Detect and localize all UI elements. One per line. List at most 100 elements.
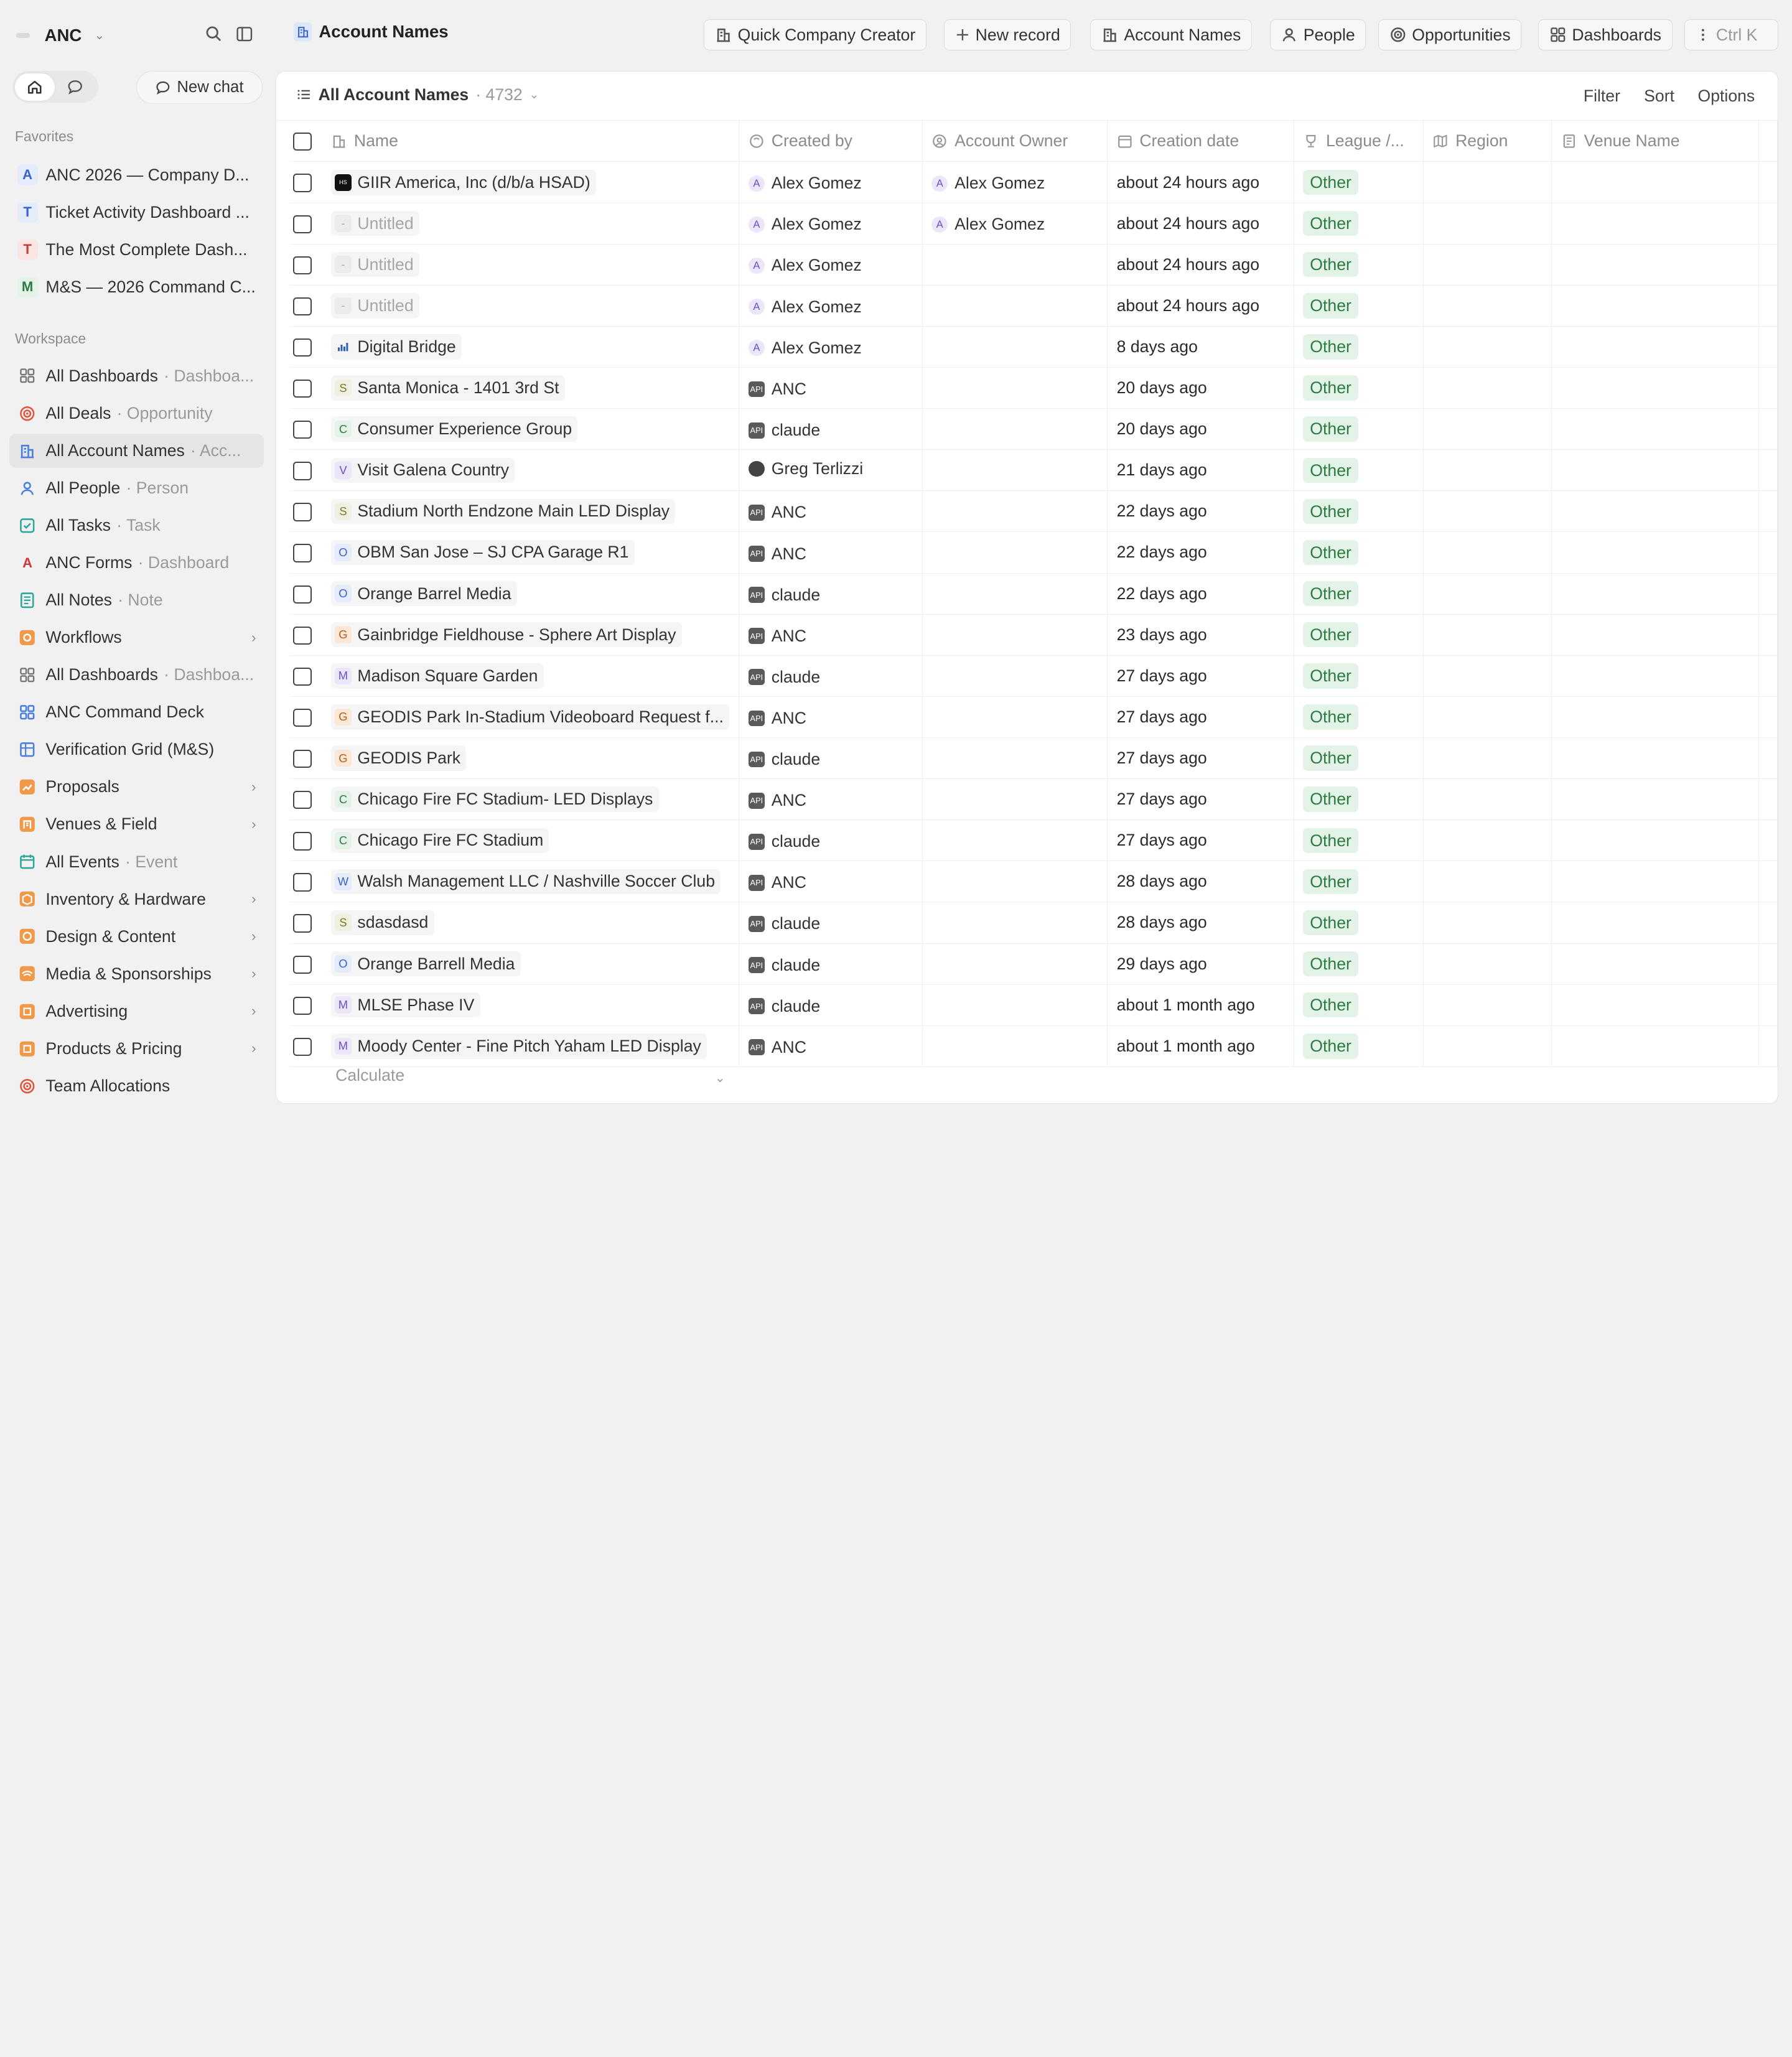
creation-date-cell[interactable]: 22 days ago [1107, 490, 1294, 533]
favorite-item[interactable]: M M&S — 2026 Command C... [9, 270, 264, 304]
record-chip[interactable]: O Orange Barrel Media [331, 581, 517, 607]
venue-name-cell[interactable] [1551, 531, 1759, 574]
search-icon[interactable] [202, 23, 225, 46]
record-chip[interactable]: S Stadium North Endzone Main LED Display [331, 498, 676, 525]
name-cell[interactable]: O Orange Barrel Media [322, 573, 740, 615]
creation-date-cell[interactable]: 28 days ago [1107, 902, 1294, 944]
region-cell[interactable] [1423, 902, 1552, 944]
record-chip[interactable]: - Untitled [331, 252, 419, 278]
filter-button[interactable]: Filter [1584, 86, 1620, 106]
column-header[interactable]: Name [322, 120, 740, 162]
home-icon[interactable] [14, 73, 55, 101]
collapse-sidebar-icon[interactable] [233, 23, 256, 46]
sidebar-item-workflows[interactable]: Workflows › [9, 620, 264, 655]
sidebar-item-all-people[interactable]: All People · Person [9, 471, 264, 505]
league-cell[interactable]: Other [1294, 696, 1424, 738]
record-chip[interactable]: W Walsh Management LLC / Nashville Soccer… [331, 869, 721, 895]
view-selector[interactable]: All Account Names · 4732 ⌄ [297, 85, 539, 105]
table-row[interactable]: M Madison Square Garden API claude 27 days a… [289, 655, 1778, 697]
region-cell[interactable] [1423, 367, 1552, 409]
created-by-cell[interactable]: API claude [739, 573, 923, 615]
creation-date-cell[interactable]: 8 days ago [1107, 326, 1294, 368]
row-checkbox[interactable] [293, 708, 312, 727]
column-header[interactable]: League /... [1294, 120, 1424, 162]
created-by-cell[interactable]: API claude [739, 819, 923, 862]
record-chip[interactable]: - Untitled [331, 210, 419, 236]
creation-date-cell[interactable]: 20 days ago [1107, 367, 1294, 409]
creation-date-cell[interactable]: 22 days ago [1107, 531, 1294, 574]
record-chip[interactable]: G GEODIS Park In-Stadium Videoboard Reque… [331, 704, 730, 730]
created-by-cell[interactable]: API ANC [739, 367, 923, 409]
region-cell[interactable] [1423, 490, 1552, 533]
row-checkbox[interactable] [293, 667, 312, 686]
creation-date-cell[interactable]: about 24 hours ago [1107, 285, 1294, 327]
account-owner-cell[interactable] [922, 573, 1108, 615]
creation-date-cell[interactable]: 27 days ago [1107, 655, 1294, 697]
table-row[interactable]: - Untitled A Alex Gomez about 24 hours ago Ot… [289, 244, 1778, 286]
league-cell[interactable]: Other [1294, 244, 1424, 286]
created-by-cell[interactable]: API ANC [739, 1025, 923, 1067]
created-by-cell[interactable]: API ANC [739, 490, 923, 533]
record-chip[interactable]: Ssdasdasd [331, 910, 434, 936]
row-checkbox[interactable] [293, 462, 312, 480]
name-cell[interactable]: M MLSE Phase IV [322, 984, 740, 1026]
region-cell[interactable] [1423, 449, 1552, 492]
region-cell[interactable] [1423, 326, 1552, 368]
creation-date-cell[interactable]: 27 days ago [1107, 778, 1294, 821]
creation-date-cell[interactable]: about 1 month ago [1107, 1025, 1294, 1067]
venue-name-cell[interactable] [1551, 573, 1759, 615]
name-cell[interactable]: Ssdasdasd [322, 902, 740, 944]
venue-name-cell[interactable] [1551, 490, 1759, 533]
account-owner-cell[interactable] [922, 367, 1108, 409]
account-owner-cell[interactable] [922, 778, 1108, 821]
venue-name-cell[interactable] [1551, 285, 1759, 327]
sidebar-item-media-sponsorships[interactable]: Media & Sponsorships › [9, 957, 264, 991]
venue-name-cell[interactable] [1551, 778, 1759, 821]
league-cell[interactable]: Other [1294, 819, 1424, 862]
created-by-cell[interactable]: API claude [739, 943, 923, 985]
workspace-switcher[interactable]: ANC ⌄ [16, 22, 105, 49]
created-by-cell[interactable]: API claude [739, 408, 923, 450]
account-owner-cell[interactable]: A Alex Gomez [922, 203, 1108, 245]
name-cell[interactable]: O OBM San Jose – SJ CPA Garage R1 [322, 531, 740, 574]
favorite-item[interactable]: T Ticket Activity Dashboard ... [9, 195, 264, 230]
created-by-cell[interactable]: A Alex Gomez [739, 244, 923, 286]
account-owner-cell[interactable] [922, 490, 1108, 533]
table-row[interactable]: M Moody Center - Fine Pitch Yaham LED Dis… [289, 1025, 1778, 1067]
account-owner-cell[interactable] [922, 285, 1108, 327]
region-cell[interactable] [1423, 161, 1552, 203]
new-record-button[interactable]: New record [944, 19, 1071, 50]
table-row[interactable]: Digital Bridge A Alex Gomez 8 days ago Other [289, 326, 1778, 368]
record-chip[interactable]: M Moody Center - Fine Pitch Yaham LED Dis… [331, 1033, 707, 1059]
name-cell[interactable]: G GEODIS Park In-Stadium Videoboard Reque… [322, 696, 740, 738]
row-checkbox[interactable] [293, 914, 312, 933]
chevron-right-icon[interactable]: › [251, 1040, 256, 1056]
account-owner-cell[interactable] [922, 902, 1108, 944]
region-cell[interactable] [1423, 696, 1552, 738]
name-cell[interactable]: O Orange Barrell Media [322, 943, 740, 985]
created-by-cell[interactable]: API ANC [739, 778, 923, 821]
account-owner-cell[interactable] [922, 737, 1108, 780]
league-cell[interactable]: Other [1294, 573, 1424, 615]
created-by-cell[interactable]: A Alex Gomez [739, 203, 923, 245]
table-row[interactable]: S Stadium North Endzone Main LED Display A… [289, 490, 1778, 533]
table-row[interactable]: O OBM San Jose – SJ CPA Garage R1 API ANC 22… [289, 531, 1778, 574]
creation-date-cell[interactable]: 22 days ago [1107, 573, 1294, 615]
sidebar-item-anc-command-deck[interactable]: ANC Command Deck [9, 695, 264, 729]
chat-bubble-icon[interactable] [55, 73, 95, 101]
name-cell[interactable]: S Santa Monica - 1401 3rd St [322, 367, 740, 409]
creation-date-cell[interactable]: 29 days ago [1107, 943, 1294, 985]
created-by-cell[interactable]: API ANC [739, 531, 923, 574]
record-chip[interactable]: O Orange Barrell Media [331, 951, 521, 977]
row-checkbox[interactable] [293, 832, 312, 851]
account-owner-cell[interactable] [922, 655, 1108, 697]
sidebar-item-all-tasks[interactable]: All Tasks · Task [9, 508, 264, 543]
region-cell[interactable] [1423, 285, 1552, 327]
created-by-cell[interactable]: API claude [739, 902, 923, 944]
row-checkbox[interactable] [293, 1037, 312, 1056]
column-header[interactable]: Account Owner [922, 120, 1108, 162]
account-owner-cell[interactable] [922, 408, 1108, 450]
created-by-cell[interactable]: API ANC [739, 614, 923, 656]
created-by-cell[interactable]: A Alex Gomez [739, 326, 923, 368]
row-checkbox[interactable] [293, 544, 312, 562]
